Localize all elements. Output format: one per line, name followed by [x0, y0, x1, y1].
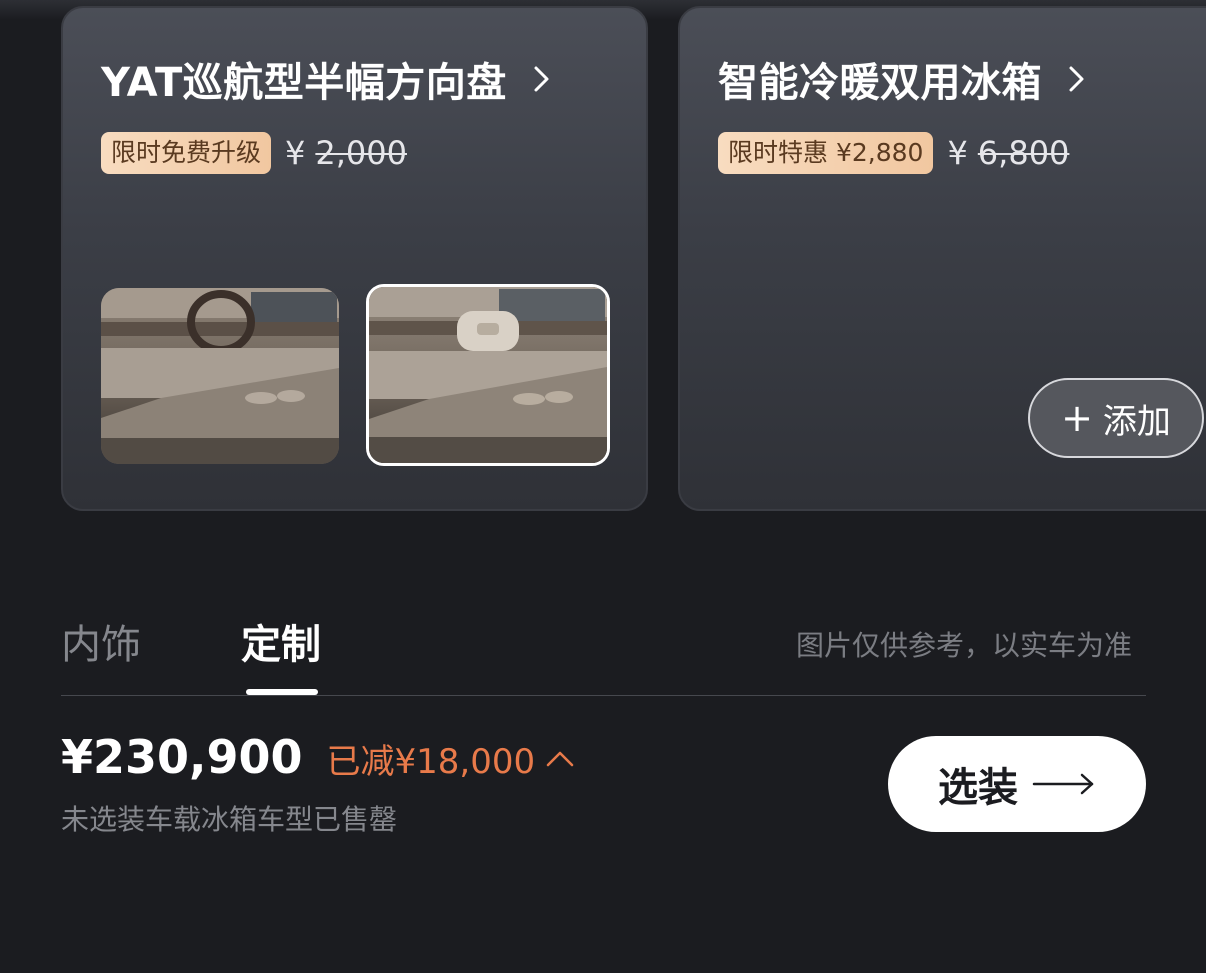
price-row: 限时特惠 ¥2,880 ¥6,800 [718, 132, 1069, 174]
currency-symbol: ¥ [285, 134, 306, 172]
option-thumbnail-yoke-wheel[interactable] [366, 284, 610, 466]
currency-symbol: ¥ [947, 134, 968, 172]
original-price-value: 6,800 [977, 134, 1070, 172]
add-label: 添加 [1102, 401, 1171, 442]
plus-icon: + [1061, 396, 1093, 440]
original-price-value: 2,000 [315, 134, 407, 172]
tab-custom[interactable]: 定制 [241, 612, 321, 670]
divider [61, 695, 1146, 696]
disclaimer-text: 图片仅供参考，以实车为准 [795, 629, 1132, 662]
option-card-steering-wheel[interactable]: YAT巡航型半幅方向盘 限时免费升级 ¥2,000 [61, 6, 648, 511]
price-summary: ¥230,900 已减¥18,000 [61, 730, 575, 784]
card-header[interactable]: 智能冷暖双用冰箱 [718, 50, 1092, 108]
original-price: ¥2,000 [285, 134, 407, 172]
option-thumbnail-round-wheel[interactable] [101, 288, 339, 464]
select-options-button[interactable]: 选装 [888, 736, 1146, 832]
discount-text: 已减¥18,000 [326, 742, 536, 782]
total-price: ¥230,900 [61, 730, 303, 784]
chevron-right-icon[interactable] [525, 63, 557, 95]
card-title: 智能冷暖双用冰箱 [718, 60, 1042, 106]
option-card-fridge[interactable]: 智能冷暖双用冰箱 限时特惠 ¥2,880 ¥6,800 + 添加 [678, 6, 1206, 511]
add-button[interactable]: + 添加 [1028, 378, 1204, 458]
promo-badge: 限时免费升级 [101, 132, 272, 174]
price-row: 限时免费升级 ¥2,000 [101, 132, 407, 174]
sold-out-note: 未选装车载冰箱车型已售罄 [61, 803, 398, 836]
tab-interior[interactable]: 内饰 [61, 612, 141, 670]
discount-toggle[interactable]: 已减¥18,000 [327, 734, 576, 783]
chevron-right-icon[interactable] [1060, 63, 1092, 95]
arrow-right-icon [1032, 772, 1096, 796]
card-title: YAT巡航型半幅方向盘 [101, 60, 507, 106]
promo-badge: 限时特惠 ¥2,880 [718, 132, 934, 174]
card-header[interactable]: YAT巡航型半幅方向盘 [101, 50, 557, 108]
original-price: ¥6,800 [947, 134, 1069, 172]
select-label: 选装 [938, 765, 1018, 811]
page: YAT巡航型半幅方向盘 限时免费升级 ¥2,000 智能冷暖双用冰箱 限时特惠 … [0, 0, 1206, 973]
tab-bar: 内饰 定制 图片仅供参考，以实车为准 [61, 612, 1146, 696]
chevron-up-icon [545, 749, 575, 769]
